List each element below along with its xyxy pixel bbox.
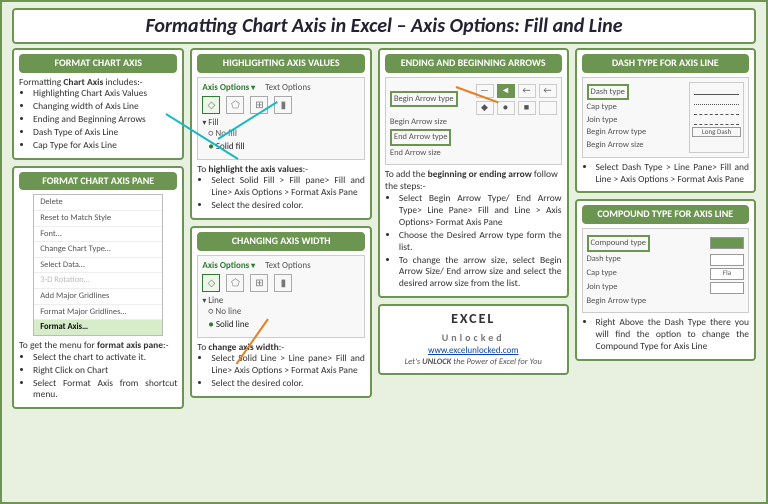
- begin-arrow-size[interactable]: Begin Arrow size: [390, 117, 447, 128]
- context-menu: Delete Reset to Match Style Font… Change…: [33, 194, 163, 336]
- card-compound-type: COMPOUND TYPE FOR AXIS LINE Compound typ…: [575, 199, 757, 360]
- size-icon[interactable]: ⊞: [250, 274, 268, 292]
- dash-row[interactable]: Dash type: [587, 254, 621, 265]
- fill-pane-screenshot: Axis Options Text Options ◇ ⬠ ⊞ ▮ Fill N…: [197, 77, 365, 160]
- card-highlight-values: HIGHLIGHTING AXIS VALUES Axis Options Te…: [190, 48, 372, 220]
- column-2: HIGHLIGHTING AXIS VALUES Axis Options Te…: [190, 48, 372, 409]
- header-format-axis-pane: FORMAT CHART AXIS PANE: [19, 172, 177, 191]
- fill-line-icon[interactable]: ◇: [202, 96, 220, 114]
- column-3: ENDING AND BEGINNING ARROWS Begin Arrow …: [378, 48, 569, 409]
- list: Select the chart to activate it. Right C…: [19, 352, 177, 402]
- menu-item[interactable]: Reset to Match Style: [34, 211, 162, 227]
- chart-icon[interactable]: ▮: [274, 96, 292, 114]
- radio-solid-line[interactable]: Solid line: [208, 319, 360, 330]
- logo: EXCEL Unlocked: [385, 310, 562, 345]
- tagline: Let's UNLOCK the Power of Excel for You: [385, 357, 562, 368]
- end-arrow-size[interactable]: End Arrow size: [390, 148, 441, 159]
- intro: To get the menu for format axis pane:-: [19, 340, 177, 352]
- title-text: Formatting Chart Axis in Excel – Axis Op…: [14, 14, 754, 38]
- header-dash: DASH TYPE FOR AXIS LINE: [582, 54, 750, 73]
- menu-item[interactable]: Format Major Gridlines…: [34, 305, 162, 321]
- radio-solid-fill[interactable]: Solid fill: [208, 141, 360, 152]
- list: Highlighting Chart Axis Values Changing …: [19, 88, 177, 151]
- chart-icon[interactable]: ▮: [274, 274, 292, 292]
- card-dash-type: DASH TYPE FOR AXIS LINE Dash type Cap ty…: [575, 48, 757, 193]
- compound-screenshot: Compound type Dash type Cap typeFla Join…: [582, 228, 750, 313]
- begin-arrow-row[interactable]: Begin Arrow type: [587, 296, 647, 307]
- header-compound: COMPOUND TYPE FOR AXIS LINE: [582, 205, 750, 224]
- radio-no-line[interactable]: No line: [208, 306, 360, 317]
- menu-item[interactable]: Change Chart Type…: [34, 242, 162, 258]
- tab-axis-options[interactable]: Axis Options: [202, 260, 255, 271]
- website-link[interactable]: www.excelunlocked.com: [428, 345, 518, 356]
- cap-row[interactable]: Cap type: [587, 268, 617, 279]
- header-arrows: ENDING AND BEGINNING ARROWS: [385, 54, 562, 73]
- column-1: FORMAT CHART AXIS Formatting Chart Axis …: [12, 48, 184, 409]
- effects-icon[interactable]: ⬠: [226, 96, 244, 114]
- tab-axis-options[interactable]: Axis Options: [202, 82, 255, 93]
- card-format-axis-pane: FORMAT CHART AXIS PANE Delete Reset to M…: [12, 166, 184, 410]
- dash-picker[interactable]: Long Dash: [689, 82, 744, 153]
- menu-item[interactable]: Select Data…: [34, 258, 162, 274]
- section-fill[interactable]: Fill: [202, 117, 360, 128]
- compound-type-row[interactable]: Compound type: [587, 235, 650, 252]
- column-4: DASH TYPE FOR AXIS LINE Dash type Cap ty…: [575, 48, 757, 409]
- dash-type-row[interactable]: Dash type: [587, 84, 629, 101]
- cap-type-row[interactable]: Cap type: [587, 102, 617, 113]
- begin-arrow-size-row[interactable]: Begin Arrow size: [587, 140, 644, 151]
- footer-card: EXCEL Unlocked www.excelunlocked.com Let…: [378, 304, 569, 375]
- menu-item: 3-D Rotation…: [34, 273, 162, 289]
- page-title: Formatting Chart Axis in Excel – Axis Op…: [12, 8, 756, 44]
- dash-screenshot: Dash type Cap type Join type Begin Arrow…: [582, 77, 750, 158]
- tab-text-options[interactable]: Text Options: [265, 82, 311, 93]
- card-change-width: CHANGING AXIS WIDTH Axis Options Text Op…: [190, 226, 372, 398]
- join-type-row[interactable]: Join type: [587, 115, 618, 126]
- menu-item[interactable]: Delete: [34, 195, 162, 211]
- card-format-chart-axis: FORMAT CHART AXIS Formatting Chart Axis …: [12, 48, 184, 160]
- header-highlight: HIGHLIGHTING AXIS VALUES: [197, 54, 365, 73]
- header-format-chart-axis: FORMAT CHART AXIS: [19, 54, 177, 73]
- join-row[interactable]: Join type: [587, 282, 618, 293]
- main-grid: FORMAT CHART AXIS Formatting Chart Axis …: [2, 48, 766, 415]
- arrow-screenshot: Begin Arrow type —◄←← ◆●■ Begin Arrow si…: [385, 77, 562, 166]
- line-pane-screenshot: Axis Options Text Options ◇ ⬠ ⊞ ▮ Line N…: [197, 255, 365, 338]
- card-arrows: ENDING AND BEGINNING ARROWS Begin Arrow …: [378, 48, 569, 298]
- effects-icon[interactable]: ⬠: [226, 274, 244, 292]
- end-arrow-type[interactable]: End Arrow type: [390, 129, 452, 146]
- intro: To add the beginning or ending arrow fol…: [385, 169, 562, 193]
- menu-item[interactable]: Add Major Gridlines: [34, 289, 162, 305]
- tab-text-options[interactable]: Text Options: [265, 260, 311, 271]
- menu-item-format-axis[interactable]: Format Axis…: [34, 320, 162, 335]
- fill-line-icon[interactable]: ◇: [202, 274, 220, 292]
- header-width: CHANGING AXIS WIDTH: [197, 232, 365, 251]
- menu-item[interactable]: Font…: [34, 227, 162, 243]
- begin-arrow-type-row[interactable]: Begin Arrow type: [587, 127, 647, 138]
- section-line[interactable]: Line: [202, 295, 360, 306]
- begin-arrow-type[interactable]: Begin Arrow type: [390, 91, 458, 108]
